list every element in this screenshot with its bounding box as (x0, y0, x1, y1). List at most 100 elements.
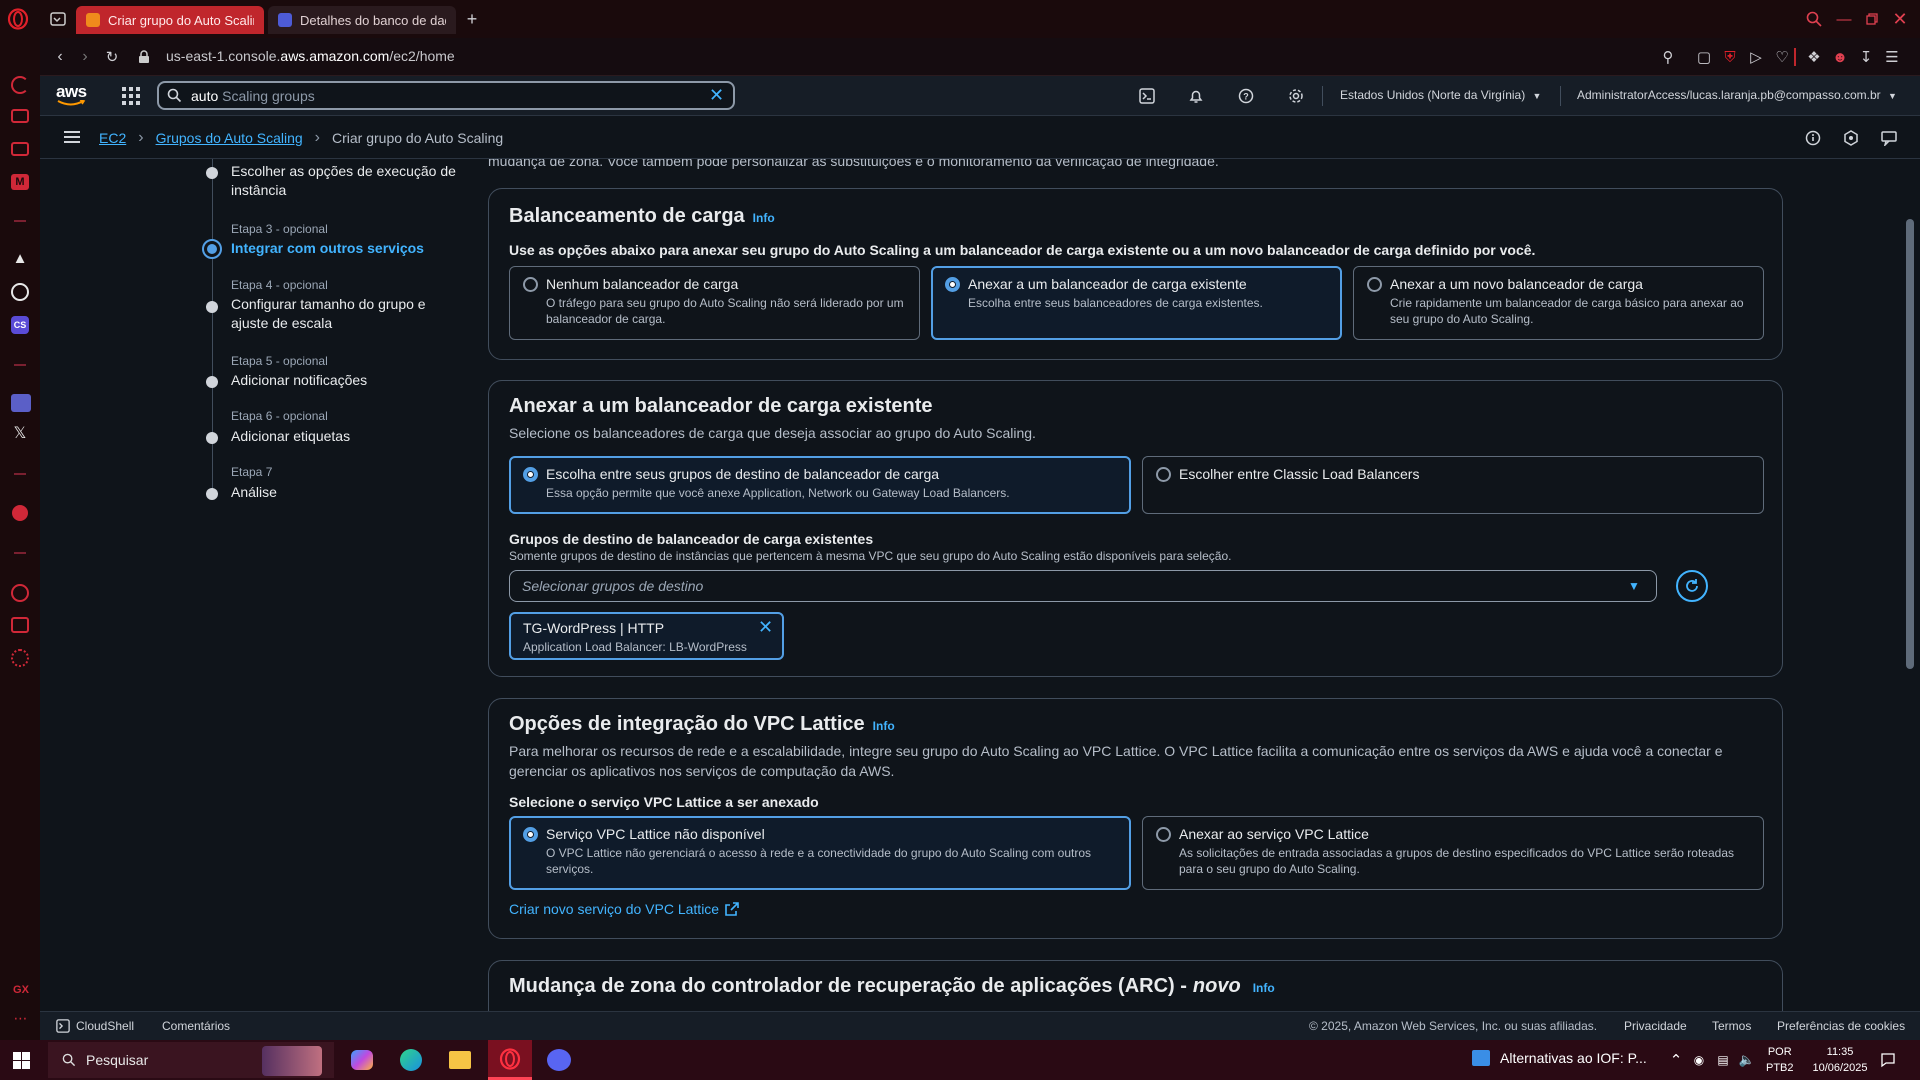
breadcrumb-auto-scaling-groups[interactable]: Grupos do Auto Scaling (156, 130, 303, 146)
news-widget[interactable]: Alternativas ao IOF: P... (1472, 1050, 1647, 1066)
radio-button-selected[interactable] (945, 277, 960, 292)
url-field[interactable]: us-east-1.console.aws.amazon.com/ec2/hom… (166, 48, 455, 64)
tab-search-icon[interactable] (48, 9, 68, 29)
step-title[interactable]: Adicionar etiquetas (231, 427, 451, 446)
remove-token-icon[interactable]: ✕ (758, 617, 773, 638)
download-icon[interactable]: ↧ (1856, 47, 1876, 67)
back-icon[interactable]: ‹ (50, 47, 70, 67)
settings-icon[interactable] (11, 649, 29, 667)
opera-logo-icon[interactable] (6, 7, 30, 31)
region-selector[interactable]: Estados Unidos (Norte da Virgínia) ▼ (1340, 88, 1541, 102)
close-window-icon[interactable]: ✕ (1890, 9, 1910, 29)
account-menu[interactable]: AdministratorAccess/lucas.laranja.pb@com… (1577, 88, 1897, 102)
snapshot-icon[interactable]: ▢ (1694, 47, 1714, 67)
step-title[interactable]: Configurar tamanho do grupo e ajuste de … (231, 295, 451, 333)
pin-icon[interactable]: ⚲ (1658, 47, 1678, 67)
search-input[interactable]: auto Scaling groups ✕ (157, 81, 735, 110)
extensions-toolbar-icon[interactable]: ❖ (1804, 47, 1824, 67)
history-icon[interactable] (11, 584, 29, 602)
option-no-load-balancer[interactable]: Nenhum balanceador de carga O tráfego pa… (509, 266, 920, 340)
option-target-groups[interactable]: Escolha entre seus grupos de destino de … (509, 456, 1131, 514)
info-link[interactable]: Info (1253, 981, 1275, 995)
page-scrollbar[interactable] (1906, 219, 1914, 669)
speed-dial-icon[interactable] (11, 76, 29, 94)
cloudshell-button[interactable]: CloudShell (56, 1019, 134, 1033)
notifications-bell-icon[interactable] (1186, 86, 1206, 106)
option-new-load-balancer[interactable]: Anexar a um novo balanceador de carga Cr… (1353, 266, 1764, 340)
x-twitter-icon[interactable]: 𝕏 (11, 425, 29, 443)
file-explorer-icon[interactable] (449, 1051, 471, 1069)
volume-icon[interactable]: 🔈 (1738, 1050, 1756, 1070)
info-link[interactable]: Info (873, 719, 895, 733)
more-icon[interactable]: ⋯ (10, 1010, 32, 1026)
cookie-preferences-link[interactable]: Preferências de cookies (1777, 1019, 1905, 1033)
step-title-current[interactable]: Integrar com outros serviços (231, 239, 461, 258)
gx-icon[interactable]: GX (10, 984, 32, 998)
notification-center-icon[interactable] (1878, 1050, 1898, 1070)
feedback-link[interactable]: Comentários (162, 1019, 230, 1033)
forward-icon[interactable]: › (75, 47, 95, 67)
extensions-icon[interactable] (11, 617, 29, 633)
option-attach-vpc-lattice[interactable]: Anexar ao serviço VPC Lattice As solicit… (1142, 816, 1764, 890)
tab-auto-scaling[interactable]: Criar grupo do Auto Scalin (76, 6, 264, 34)
radio-button[interactable] (1156, 467, 1171, 482)
opera-gx-taskbar-icon[interactable] (488, 1040, 532, 1080)
easy-setup-icon[interactable]: ☰ (1882, 47, 1902, 67)
gmail-icon[interactable]: M (11, 174, 29, 190)
radio-button-selected[interactable] (523, 467, 538, 482)
tray-overflow-icon[interactable]: ⌃ (1667, 1050, 1685, 1070)
copilot-icon[interactable] (351, 1050, 373, 1070)
step-title[interactable]: Adicionar notificações (231, 371, 451, 390)
step-title[interactable]: Escolher as opções de execução de instân… (231, 162, 461, 200)
clear-search-icon[interactable]: ✕ (709, 85, 724, 106)
chatgpt-icon[interactable] (11, 283, 29, 301)
vpn-shield-icon[interactable]: ⛨ (1720, 47, 1740, 67)
tutorial-icon[interactable] (1841, 128, 1861, 148)
network-icon[interactable]: ▤ (1714, 1050, 1732, 1070)
option-classic-load-balancers[interactable]: Escolher entre Classic Load Balancers (1142, 456, 1764, 514)
profile-icon[interactable]: ☻ (1830, 47, 1850, 67)
spotify-icon[interactable] (12, 505, 28, 521)
discord-icon[interactable] (547, 1049, 571, 1071)
restore-icon[interactable] (1862, 9, 1882, 29)
reload-icon[interactable]: ↻ (102, 47, 122, 67)
radio-button[interactable] (1156, 827, 1171, 842)
refresh-button[interactable] (1676, 570, 1708, 602)
aws-logo[interactable]: aws (56, 82, 90, 108)
teams-icon[interactable] (11, 394, 31, 412)
cloudshell-icon[interactable] (1137, 86, 1157, 106)
heart-icon[interactable]: ♡ (1772, 47, 1792, 67)
taskbar-search[interactable]: Pesquisar (48, 1042, 334, 1078)
new-tab-icon[interactable]: + (462, 9, 482, 29)
search-tabs-icon[interactable] (1804, 9, 1824, 29)
cs-app-icon[interactable]: CS (11, 316, 29, 334)
option-vpc-lattice-unavailable[interactable]: Serviço VPC Lattice não disponível O VPC… (509, 816, 1131, 890)
help-icon[interactable]: ? (1236, 86, 1256, 106)
info-panel-icon[interactable] (1803, 128, 1823, 148)
create-vpc-lattice-link[interactable]: Criar novo serviço do VPC Lattice (509, 901, 739, 917)
pinned-app-icon[interactable]: ▲ (12, 251, 28, 267)
target-groups-select[interactable]: Selecionar grupos de destino ▼ (509, 570, 1657, 602)
hamburger-menu-icon[interactable] (64, 131, 80, 143)
edge-icon[interactable] (400, 1049, 422, 1071)
radio-button[interactable] (1367, 277, 1382, 292)
windows-start-icon[interactable] (13, 1052, 30, 1069)
radio-button-selected[interactable] (523, 827, 538, 842)
radio-button[interactable] (523, 277, 538, 292)
option-existing-load-balancer[interactable]: Anexar a um balanceador de carga existen… (931, 266, 1342, 340)
minimize-icon[interactable]: — (1834, 9, 1854, 29)
feedback-panel-icon[interactable] (1879, 128, 1899, 148)
flow-icon[interactable] (11, 142, 29, 156)
terms-link[interactable]: Termos (1712, 1019, 1751, 1033)
settings-gear-icon[interactable] (1286, 86, 1306, 106)
language-indicator[interactable]: POR PTB2 (1766, 1044, 1794, 1076)
info-link[interactable]: Info (753, 211, 775, 225)
privacy-link[interactable]: Privacidade (1624, 1019, 1687, 1033)
clock[interactable]: 11:35 10/06/2025 (1812, 1044, 1868, 1076)
tab-rds-details[interactable]: Detalhes do banco de dad (268, 6, 456, 34)
player-icon[interactable]: ▷ (1746, 47, 1766, 67)
discord-tray-icon[interactable]: ◉ (1690, 1050, 1708, 1070)
ai-icon[interactable] (11, 109, 29, 123)
breadcrumb-ec2[interactable]: EC2 (99, 130, 126, 146)
step-title[interactable]: Análise (231, 483, 451, 502)
